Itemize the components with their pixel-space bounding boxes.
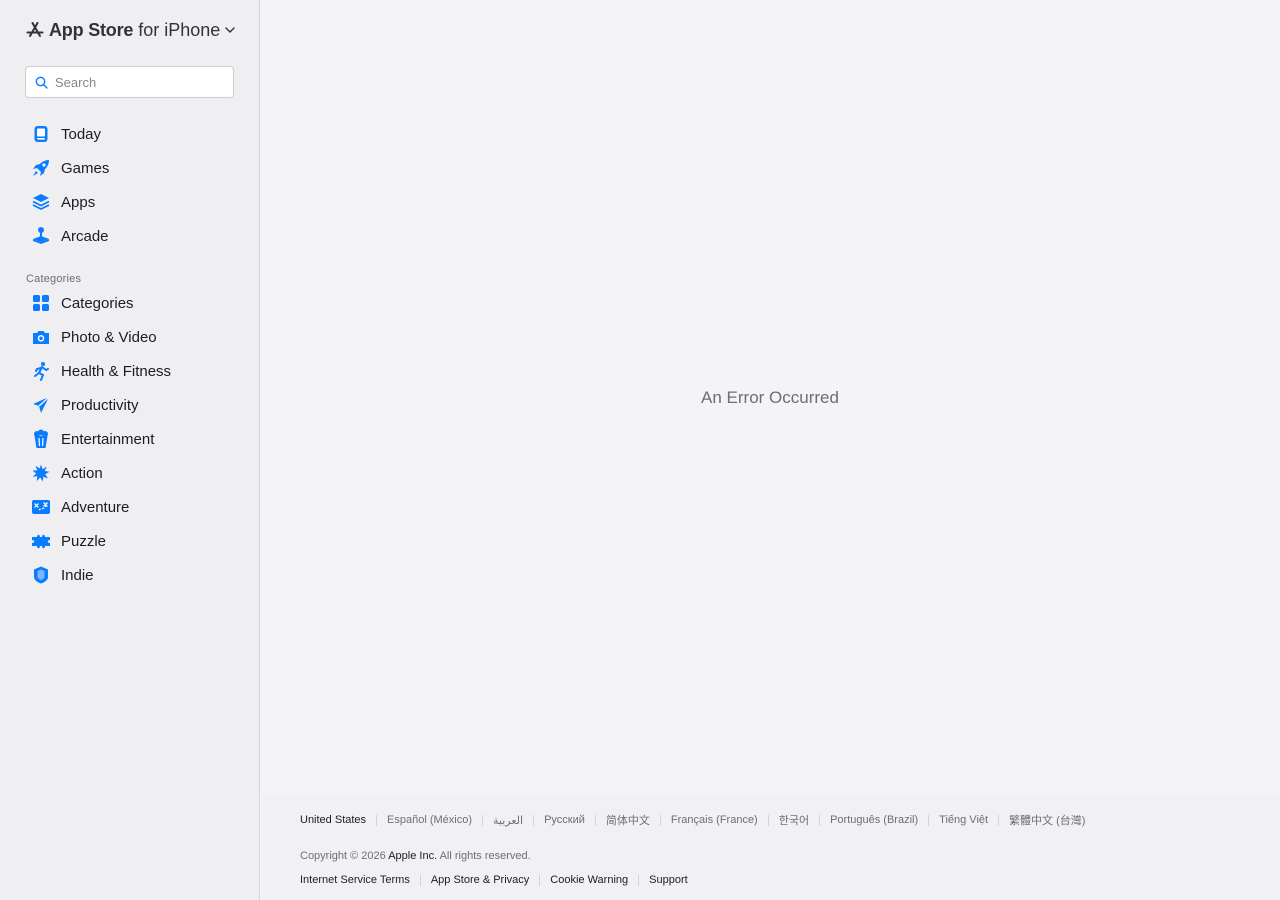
categories-nav: Categories Photo & Video Health & Fitnes… (25, 286, 247, 592)
divider (376, 814, 378, 826)
nav-item-adventure[interactable]: Adventure (25, 490, 247, 524)
internet-service-terms-link[interactable]: Internet Service Terms (300, 874, 410, 886)
divider (767, 814, 769, 826)
apple-inc-link[interactable]: Apple Inc. (388, 850, 437, 862)
nav-item-games[interactable]: Games (25, 151, 247, 185)
language-link[interactable]: Français (France) (671, 814, 758, 826)
copyright-suffix: All rights reserved. (439, 850, 531, 862)
nav-label: Health & Fitness (61, 362, 172, 380)
nav-label: Adventure (61, 498, 130, 516)
search-box[interactable] (25, 66, 234, 98)
nav-label: Productivity (61, 396, 139, 414)
divider (419, 874, 421, 886)
divider (533, 814, 535, 826)
nav-label: Categories (61, 294, 134, 312)
nav-label: Photo & Video (61, 328, 157, 346)
divider (539, 874, 541, 886)
platform-label: for iPhone (138, 19, 221, 40)
footer: United States Español (México) العربية Р… (261, 795, 1280, 900)
nav-item-arcade[interactable]: Arcade (25, 219, 247, 253)
nav-label: Entertainment (61, 430, 155, 448)
nav-item-puzzle[interactable]: Puzzle (25, 524, 247, 558)
burst-icon (31, 463, 51, 483)
rocket-icon (31, 158, 51, 178)
paper-plane-icon (31, 395, 51, 415)
popcorn-icon (31, 429, 51, 449)
copyright: Copyright © 2026 Apple Inc. All rights r… (300, 850, 531, 862)
search-icon (35, 75, 49, 89)
nav-item-action[interactable]: Action (25, 456, 247, 490)
map-icon (31, 497, 51, 517)
shield-icon (31, 565, 51, 585)
divider (638, 874, 640, 886)
nav-label: Indie (61, 566, 94, 584)
nav-item-entertainment[interactable]: Entertainment (25, 422, 247, 456)
sidebar: App Store for iPhone Today (0, 0, 260, 900)
joystick-icon (31, 226, 51, 246)
chevron-down-icon (224, 23, 238, 37)
divider (998, 814, 1000, 826)
language-link[interactable]: Tiếng Việt (939, 814, 988, 826)
nav-item-productivity[interactable]: Productivity (25, 388, 247, 422)
cookie-warning-link[interactable]: Cookie Warning (550, 874, 628, 886)
running-figure-icon (31, 361, 51, 381)
puzzle-piece-icon (31, 531, 51, 551)
nav-item-health-fitness[interactable]: Health & Fitness (25, 354, 247, 388)
layers-icon (31, 192, 51, 212)
divider (482, 814, 484, 826)
legal-links: Internet Service Terms App Store & Priva… (300, 874, 688, 886)
divider (819, 814, 821, 826)
nav-label: Action (61, 464, 103, 482)
language-link[interactable]: Português (Brazil) (830, 814, 918, 826)
nav-item-today[interactable]: Today (25, 117, 247, 151)
camera-icon (31, 327, 51, 347)
language-link[interactable]: United States (300, 814, 366, 826)
app-store-logo-icon (25, 20, 45, 40)
language-link[interactable]: Русский (544, 814, 585, 826)
nav-item-apps[interactable]: Apps (25, 185, 247, 219)
language-link[interactable]: 한국어 (779, 812, 809, 828)
search-input[interactable] (55, 68, 225, 96)
nav-label: Arcade (61, 227, 109, 245)
nav-label: Puzzle (61, 532, 107, 550)
language-link[interactable]: 繁體中文 (台灣) (1009, 812, 1085, 828)
grid-icon (31, 293, 51, 313)
brand-title: App Store (49, 19, 134, 40)
nav-label: Apps (61, 193, 96, 211)
nav-label: Today (61, 125, 102, 143)
platform-selector[interactable]: App Store for iPhone (25, 18, 238, 42)
nav-item-categories[interactable]: Categories (25, 286, 247, 320)
divider (659, 814, 661, 826)
nav-label: Games (61, 159, 110, 177)
language-link[interactable]: Español (México) (387, 814, 472, 826)
support-link[interactable]: Support (649, 874, 688, 886)
language-link[interactable]: 简体中文 (606, 812, 650, 828)
divider (928, 814, 930, 826)
copyright-prefix: Copyright © 2026 (300, 850, 386, 862)
language-link[interactable]: العربية (493, 814, 523, 827)
today-icon (31, 124, 51, 144)
nav-item-photo-video[interactable]: Photo & Video (25, 320, 247, 354)
primary-nav: Today Games Apps Arcade (25, 117, 247, 253)
app-store-privacy-link[interactable]: App Store & Privacy (431, 874, 529, 886)
error-message: An Error Occurred (701, 388, 839, 407)
divider (594, 814, 596, 826)
language-selector: United States Español (México) العربية Р… (300, 812, 1085, 828)
categories-heading: Categories (26, 273, 82, 285)
nav-item-indie[interactable]: Indie (25, 558, 247, 592)
